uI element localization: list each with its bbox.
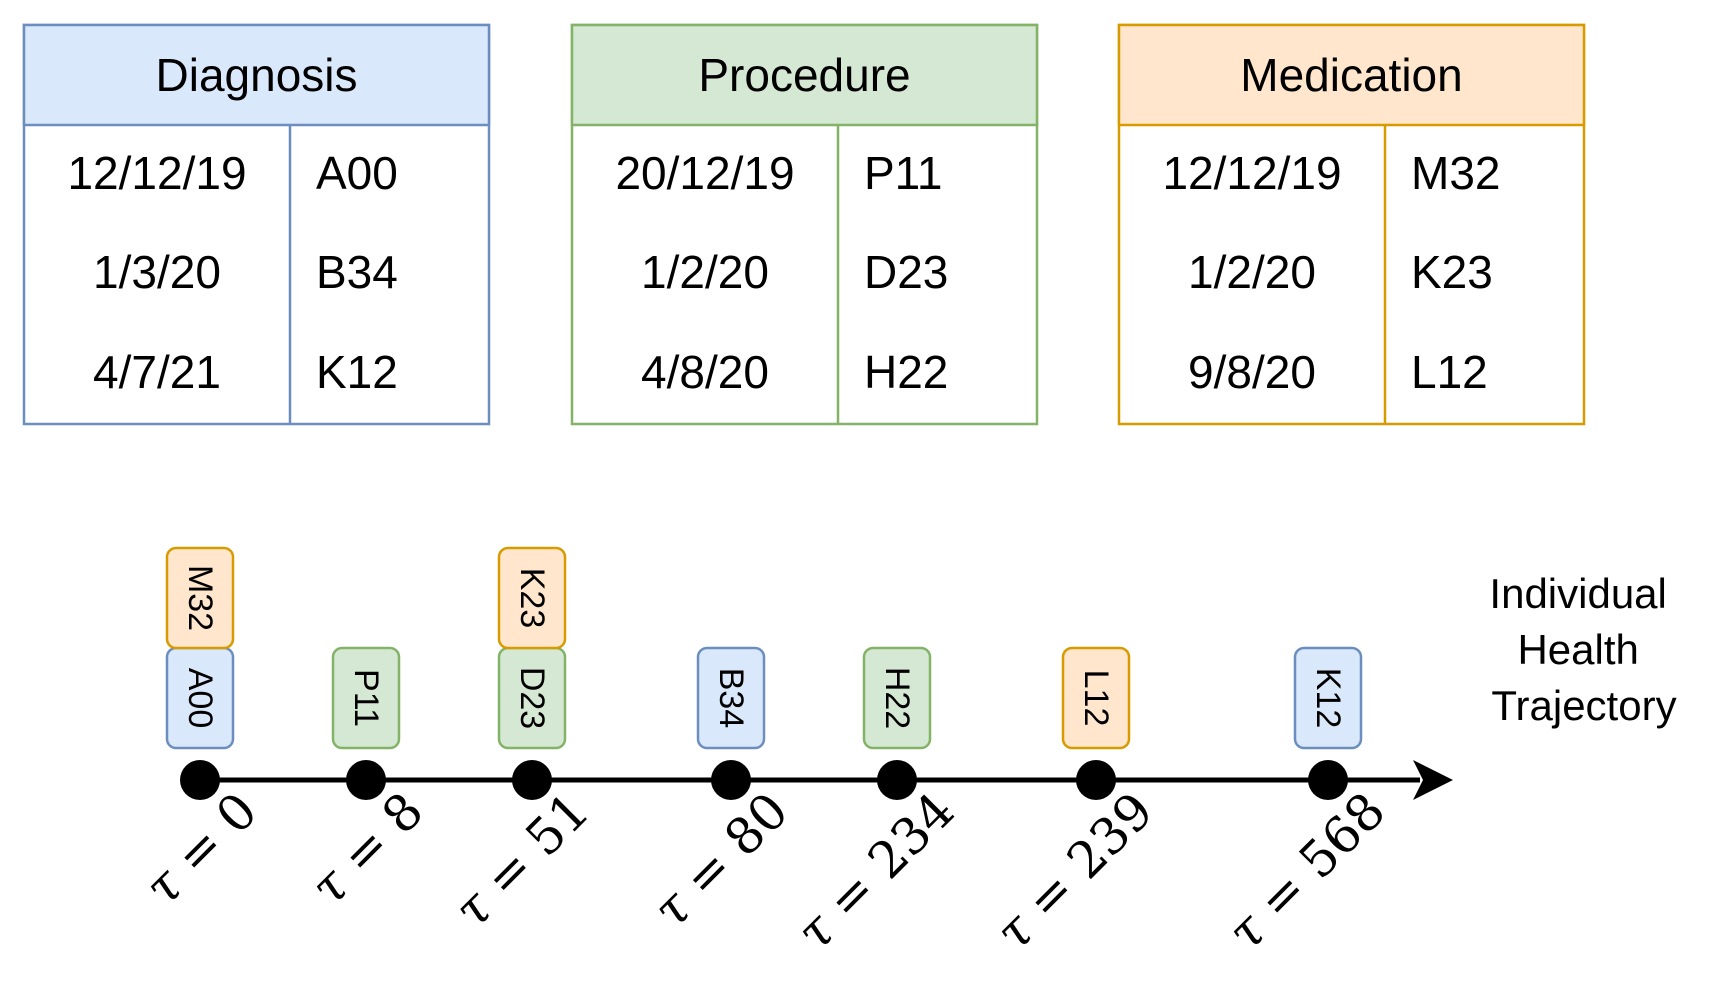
code-label: P11	[347, 669, 385, 727]
code-cell: L12	[1411, 346, 1488, 398]
code-box-medication: L12	[1061, 646, 1131, 750]
diagnosis-table: Diagnosis 12/12/19 A00 1/3/20 B34 4/7/21 K12	[22, 23, 491, 426]
timeline-event: L12 τ = 239	[984, 646, 1164, 962]
tau-value: = 234	[805, 781, 966, 942]
tau-label: τ = 234	[785, 781, 965, 961]
code-label: L12	[1077, 670, 1115, 727]
code-box-diagnosis: K12	[1293, 646, 1363, 750]
code-box-procedure: P11	[331, 646, 401, 750]
tau-label: τ = 239	[984, 781, 1164, 961]
timeline-event: H22 τ = 234	[785, 646, 965, 962]
tau-value: = 80	[661, 781, 799, 919]
code-box-diagnosis: B34	[696, 646, 766, 750]
table-row: 12/12/19 A00	[67, 147, 397, 199]
code-box-diagnosis: A00	[165, 646, 235, 750]
tau-value: = 568	[1236, 781, 1397, 942]
timeline-event: D23 K23 τ = 51	[443, 546, 601, 939]
date-cell: 1/2/20	[1188, 246, 1316, 298]
timeline-title-line: Individual	[1489, 570, 1666, 617]
code-label: H22	[878, 667, 916, 729]
code-label: M32	[181, 565, 219, 631]
code-box-procedure: D23	[497, 646, 567, 750]
table-row: 20/12/19 P11	[615, 147, 942, 199]
tau-label: τ = 0	[133, 781, 268, 916]
code-cell: P11	[864, 147, 942, 199]
code-cell: D23	[864, 246, 948, 298]
health-trajectory-diagram: Diagnosis 12/12/19 A00 1/3/20 B34 4/7/21 K12 Pr…	[22, 23, 1678, 962]
code-label: D23	[513, 667, 551, 729]
tau-label: τ = 80	[642, 781, 800, 939]
code-box-medication: K23	[497, 546, 567, 650]
tau-value: = 239	[1004, 781, 1165, 942]
table-title: Diagnosis	[156, 49, 358, 101]
medication-table: Medication 12/12/19 M32 1/2/20 K23 9/8/20 L12	[1117, 23, 1586, 426]
tau-label: τ = 568	[1216, 781, 1396, 961]
code-box-medication: M32	[165, 546, 235, 650]
timeline-title-line: Health	[1517, 626, 1638, 673]
timeline: A00 M32 τ = 0 P11 τ = 8 D23 K23 τ = 51 B34 τ = 80…	[133, 546, 1453, 962]
date-cell: 4/7/21	[93, 346, 221, 398]
date-cell: 9/8/20	[1188, 346, 1316, 398]
code-cell: H22	[864, 346, 948, 398]
tau-value: = 51	[462, 781, 600, 919]
date-cell: 1/3/20	[93, 246, 221, 298]
table-row: 12/12/19 M32	[1162, 147, 1500, 199]
tau-label: τ = 51	[443, 781, 601, 939]
code-cell: A00	[316, 147, 398, 199]
tau-label: τ = 8	[299, 781, 434, 916]
timeline-title: Individual Health Trajectory	[1489, 570, 1678, 729]
table-title: Medication	[1240, 49, 1462, 101]
code-label: K12	[1309, 668, 1347, 729]
timeline-event: K12 τ = 568	[1216, 646, 1396, 962]
code-label: B34	[712, 668, 750, 729]
date-cell: 1/2/20	[641, 246, 769, 298]
code-cell: M32	[1411, 147, 1500, 199]
code-cell: K12	[316, 346, 398, 398]
source-tables: Diagnosis 12/12/19 A00 1/3/20 B34 4/7/21 K12 Pr…	[22, 23, 1586, 426]
code-cell: K23	[1411, 246, 1493, 298]
date-cell: 12/12/19	[67, 147, 246, 199]
table-title: Procedure	[698, 49, 910, 101]
timeline-event: B34 τ = 80	[642, 646, 800, 939]
code-label: A00	[181, 668, 219, 729]
date-cell: 4/8/20	[641, 346, 769, 398]
date-cell: 12/12/19	[1162, 147, 1341, 199]
code-label: K23	[513, 568, 551, 629]
timeline-title-line: Trajectory	[1491, 682, 1676, 729]
procedure-table: Procedure 20/12/19 P11 1/2/20 D23 4/8/20 H22	[570, 23, 1039, 426]
code-box-procedure: H22	[862, 646, 932, 750]
date-cell: 20/12/19	[615, 147, 794, 199]
code-cell: B34	[316, 246, 398, 298]
timeline-event: A00 M32 τ = 0	[133, 546, 268, 917]
